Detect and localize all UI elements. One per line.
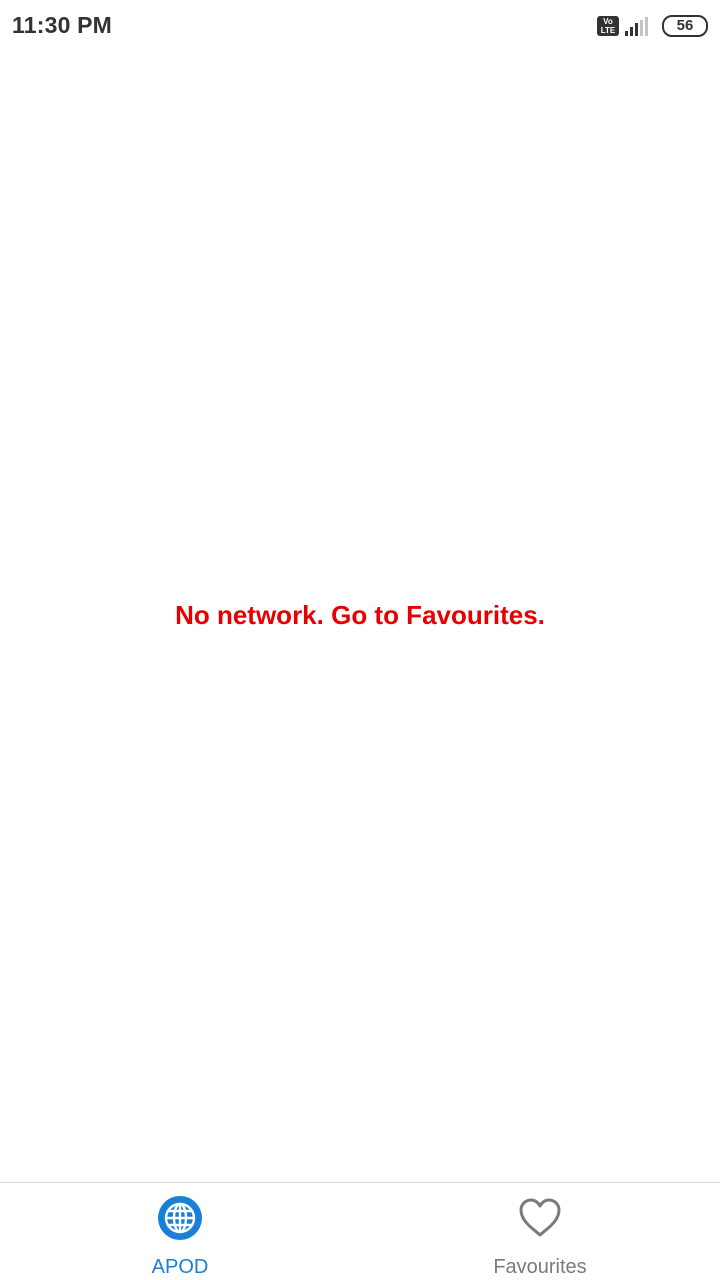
status-time: 11:30 PM	[12, 12, 113, 38]
volte-bottom-text: LTE	[600, 26, 616, 35]
bottom-navigation: APOD Favourites	[0, 1182, 720, 1280]
nav-label-favourites: Favourites	[493, 1256, 587, 1278]
status-bar: 11:30 PM Vo LTE 56	[0, 0, 720, 52]
nav-label-apod: APOD	[151, 1256, 209, 1278]
signal-icon	[625, 16, 648, 36]
globe-icon	[158, 1196, 202, 1240]
heart-icon	[519, 1198, 561, 1237]
battery-icon: 56	[662, 15, 708, 37]
volte-icon: Vo LTE	[597, 16, 619, 36]
nav-item-apod[interactable]: APOD	[0, 1183, 360, 1280]
nav-item-favourites[interactable]: Favourites	[360, 1183, 720, 1280]
volte-top-text: Vo	[603, 17, 613, 26]
app-screen: 11:30 PM Vo LTE 56 No network. Go to Fav…	[0, 0, 720, 1280]
status-icons: Vo LTE 56	[597, 14, 708, 38]
no-network-message: No network. Go to Favourites.	[175, 600, 545, 630]
